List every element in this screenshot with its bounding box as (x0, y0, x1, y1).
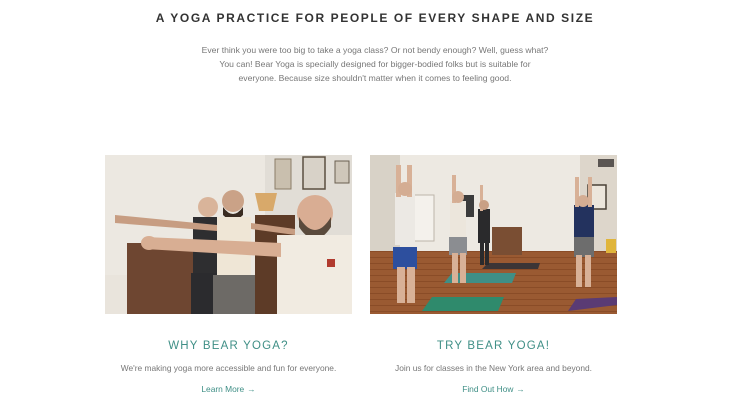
card-try-bear-yoga: TRY BEAR YOGA! Join us for classes in th… (370, 155, 617, 394)
card-heading: TRY BEAR YOGA! (436, 340, 551, 352)
arrow-right-icon: → (516, 384, 525, 394)
card-text: We're making yoga more accessible and fu… (120, 363, 337, 373)
arrow-right-icon: → (247, 384, 256, 394)
card-why-bear-yoga: WHY BEAR YOGA? We're making yoga more ac… (105, 155, 352, 394)
section-intro: Ever think you were too big to take a yo… (201, 45, 549, 83)
page: A YOGA PRACTICE FOR PEOPLE OF EVERY SHAP… (0, 0, 750, 410)
learn-more-link[interactable]: Learn More → (105, 384, 352, 394)
link-label: Learn More (201, 384, 245, 394)
photo-yoga-class (370, 155, 617, 314)
find-out-how-link[interactable]: Find Out How → (370, 384, 617, 394)
section-title: A YOGA PRACTICE FOR PEOPLE OF EVERY SHAP… (155, 11, 595, 25)
card-heading: WHY BEAR YOGA? (168, 340, 289, 352)
photo-warrior-pose (105, 155, 352, 314)
link-label: Find Out How (462, 384, 514, 394)
card-text: Join us for classes in the New York area… (395, 363, 592, 373)
